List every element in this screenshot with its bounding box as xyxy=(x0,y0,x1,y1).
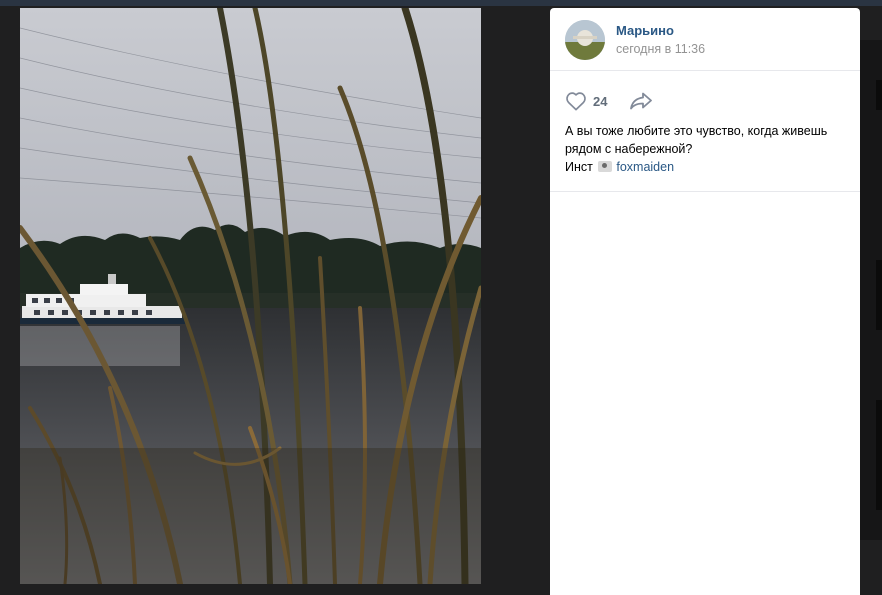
river-reeds-photo xyxy=(20,8,481,584)
post-panel: Марьино сегодня в 11:36 24 А вы тоже люб… xyxy=(550,8,860,595)
heart-icon xyxy=(566,92,586,111)
post-text: А вы тоже любите это чувство, когда живе… xyxy=(565,122,850,176)
post-actions: 24 xyxy=(565,90,653,112)
post-text-line: рядом с набережной? xyxy=(565,142,693,156)
edge-tab xyxy=(876,80,882,110)
avatar-image xyxy=(565,20,605,60)
comments-area xyxy=(550,192,860,595)
community-avatar[interactable] xyxy=(565,20,605,60)
post-header: Марьино сегодня в 11:36 xyxy=(550,8,860,71)
like-count: 24 xyxy=(593,93,608,109)
camera-emoji-icon xyxy=(598,161,613,172)
share-arrow-icon xyxy=(630,92,653,110)
background-page-edge xyxy=(860,40,882,540)
post-text-line: А вы тоже любите это чувство, когда живе… xyxy=(565,124,828,138)
like-button[interactable]: 24 xyxy=(565,91,607,111)
post-author-link[interactable]: Марьино xyxy=(616,23,674,38)
edge-tab xyxy=(876,260,882,330)
post-date[interactable]: сегодня в 11:36 xyxy=(616,42,705,56)
edge-tab xyxy=(876,400,882,510)
post-text-line: Инст foxmaiden xyxy=(565,158,850,176)
insta-label: Инст xyxy=(565,160,593,174)
post-photo[interactable] xyxy=(20,8,481,584)
insta-username-link[interactable]: foxmaiden xyxy=(616,160,674,174)
share-button[interactable] xyxy=(629,92,653,110)
